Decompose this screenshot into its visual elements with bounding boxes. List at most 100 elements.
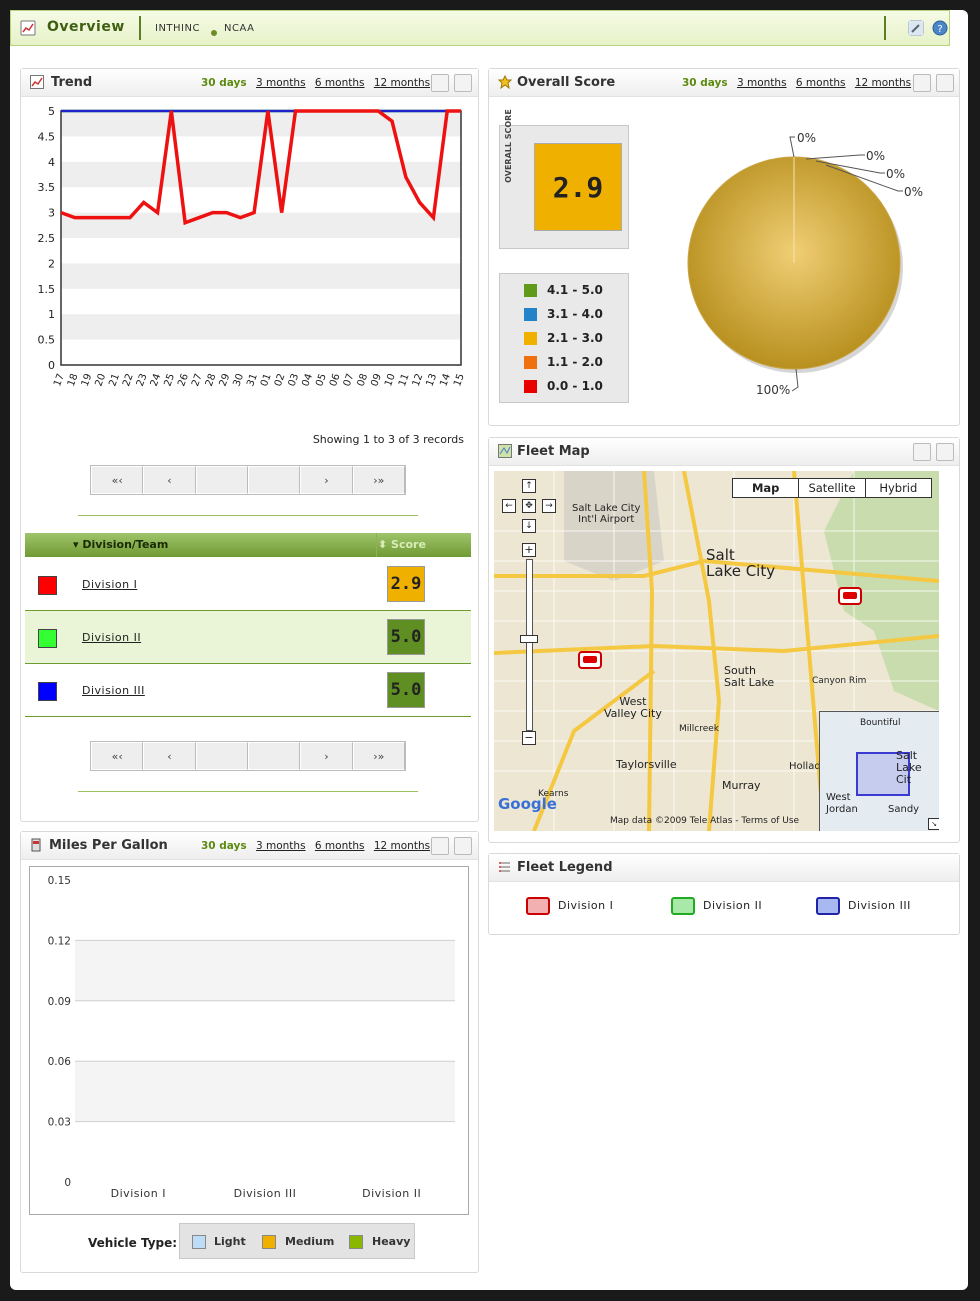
map-label: Salt xyxy=(706,546,735,564)
pan-right-icon[interactable]: → xyxy=(542,499,556,513)
legend-swatch xyxy=(524,356,537,369)
vehicle-type-light[interactable]: Light xyxy=(214,1235,246,1248)
prev-page-button[interactable]: ‹ xyxy=(143,742,196,770)
range-30-days[interactable]: 30 days xyxy=(682,77,728,89)
x-tick-label: 22 xyxy=(121,372,136,388)
y-tick-label: 3 xyxy=(48,207,55,220)
map-type-map[interactable]: Map xyxy=(733,479,800,497)
range-30-days[interactable]: 30 days xyxy=(201,840,247,852)
y-tick-label: 2 xyxy=(48,257,55,270)
map-label: Salt Lake City xyxy=(572,503,641,514)
minimap-label: Sandy xyxy=(888,804,920,815)
pan-left-icon[interactable]: ← xyxy=(502,499,516,513)
range-6-months[interactable]: 6 months xyxy=(315,840,365,852)
range-6-months[interactable]: 6 months xyxy=(315,77,365,89)
division-link[interactable]: Division I xyxy=(82,578,137,591)
legend-label: 3.1 - 4.0 xyxy=(547,307,603,321)
last-page-button[interactable]: ›» xyxy=(352,742,405,770)
range-3-months[interactable]: 3 months xyxy=(737,77,787,89)
overview-header: Overview INTHINC NCAA ? xyxy=(10,10,950,46)
next-page-button[interactable]: › xyxy=(300,466,353,494)
pan-center-icon[interactable]: ✥ xyxy=(522,499,536,513)
grid-band xyxy=(75,940,455,1001)
page-slot xyxy=(247,466,301,494)
vehicle-type-medium[interactable]: Medium xyxy=(285,1235,334,1248)
pie-leader-line xyxy=(789,136,795,158)
range-12-months[interactable]: 12 months xyxy=(855,77,911,89)
x-tick-label: 17 xyxy=(52,372,67,388)
zoom-in-icon[interactable]: + xyxy=(522,543,536,557)
page-title: Overview xyxy=(47,19,125,35)
breadcrumb-group[interactable]: NCAA xyxy=(224,23,254,34)
division-link[interactable]: Division III xyxy=(82,684,145,697)
range-30-days[interactable]: 30 days xyxy=(201,77,247,89)
help-icon[interactable]: ? xyxy=(932,20,948,36)
divider xyxy=(78,791,418,792)
grid-band xyxy=(61,111,461,137)
list-icon xyxy=(499,862,510,872)
first-page-button[interactable]: «‹ xyxy=(91,466,144,494)
pager-bottom: «‹ ‹ › ›» xyxy=(90,741,406,771)
range-12-months[interactable]: 12 months xyxy=(374,77,430,89)
records-info: Showing 1 to 3 of 3 records xyxy=(312,433,464,446)
next-page-button[interactable]: › xyxy=(300,742,353,770)
sort-score-column[interactable]: ⬍ Score xyxy=(378,538,426,551)
legend-item: 2.1 - 3.0 xyxy=(524,331,603,345)
map-type-hybrid[interactable]: Hybrid xyxy=(866,479,931,497)
restore-icon[interactable] xyxy=(913,443,931,461)
breadcrumb-company[interactable]: INTHINC xyxy=(155,23,200,34)
maximize-icon[interactable] xyxy=(454,837,472,855)
first-page-button[interactable]: «‹ xyxy=(91,742,144,770)
legend-item: 3.1 - 4.0 xyxy=(524,307,603,321)
minimap-label: West Jordan xyxy=(826,792,858,816)
x-tick-label: 15 xyxy=(452,372,467,388)
settings-wrench-icon[interactable] xyxy=(913,74,931,92)
last-page-button[interactable]: ›» xyxy=(352,466,405,494)
x-tick-label: 14 xyxy=(438,372,453,388)
legend-label: 0.0 - 1.0 xyxy=(547,379,603,393)
x-category-label: Division III xyxy=(234,1187,297,1200)
settings-wrench-icon[interactable] xyxy=(431,837,449,855)
map-type-selector: Map Satellite Hybrid xyxy=(732,478,932,498)
division-link[interactable]: Division II xyxy=(82,631,141,644)
x-tick-label: 09 xyxy=(369,372,384,388)
legend-item: 4.1 - 5.0 xyxy=(524,283,603,297)
overview-minimap[interactable]: Bountiful Salt Lake Cit West Jordan Sandy … xyxy=(819,711,939,831)
map-view[interactable]: Map Satellite Hybrid ↑ ← ✥ → ↓ + − Salt … xyxy=(494,471,939,831)
pan-up-icon[interactable]: ↑ xyxy=(522,479,536,493)
x-tick-label: 03 xyxy=(287,372,302,388)
divider xyxy=(376,533,377,557)
maximize-icon[interactable] xyxy=(936,74,954,92)
x-tick-label: 24 xyxy=(149,372,164,388)
pan-down-icon[interactable]: ↓ xyxy=(522,519,536,533)
pie-label: 0% xyxy=(886,167,905,181)
vehicle-type-heavy[interactable]: Heavy xyxy=(372,1235,410,1248)
vehicle-marker-division-i[interactable] xyxy=(838,587,862,609)
sort-division-column[interactable]: ▾ Division/Team xyxy=(73,538,168,551)
map-label: Lake City xyxy=(706,562,776,580)
settings-wrench-icon[interactable] xyxy=(431,74,449,92)
vehicle-type-label: Vehicle Type: xyxy=(88,1236,178,1250)
zoom-slider[interactable] xyxy=(526,559,533,731)
range-3-months[interactable]: 3 months xyxy=(256,840,306,852)
range-12-months[interactable]: 12 months xyxy=(374,840,430,852)
range-3-months[interactable]: 3 months xyxy=(256,77,306,89)
y-tick-label: 1 xyxy=(48,308,55,321)
maximize-icon[interactable] xyxy=(454,74,472,92)
pie-leader-line xyxy=(805,154,865,160)
maximize-icon[interactable] xyxy=(936,443,954,461)
minimap-toggle-icon[interactable]: ↘ xyxy=(928,818,939,830)
zoom-slider-handle[interactable] xyxy=(520,635,538,643)
map-type-satellite[interactable]: Satellite xyxy=(799,479,866,497)
x-tick-label: 05 xyxy=(314,372,329,388)
prev-page-button[interactable]: ‹ xyxy=(143,466,196,494)
x-tick-label: 19 xyxy=(80,372,95,388)
minimap-label: Lake Cit xyxy=(896,761,922,786)
vehicle-marker-division-i[interactable] xyxy=(578,651,602,673)
zoom-out-icon[interactable]: − xyxy=(522,731,536,745)
range-6-months[interactable]: 6 months xyxy=(796,77,846,89)
fleet-legend-item: Division I xyxy=(526,897,613,915)
map-label: Valley City xyxy=(604,707,662,720)
wrench-icon[interactable] xyxy=(908,20,924,36)
map-label: Canyon Rim xyxy=(812,676,867,686)
